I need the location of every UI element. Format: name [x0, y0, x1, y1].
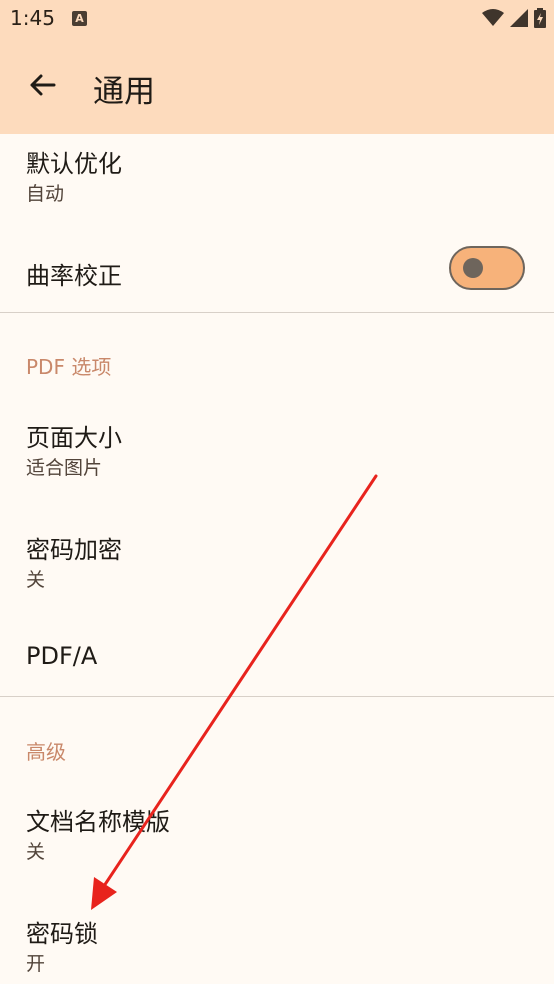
section-header-advanced: 高级 [26, 740, 66, 764]
setting-doc-name-template[interactable]: 文档名称模版 关 [0, 789, 554, 879]
status-time: 1:45 [10, 6, 55, 30]
setting-title: PDF/A [26, 642, 98, 670]
setting-summary: 适合图片 [26, 457, 103, 479]
setting-summary: 开 [26, 953, 46, 975]
page-title: 通用 [93, 74, 155, 110]
setting-title: 密码锁 [26, 920, 98, 948]
setting-title: 页面大小 [26, 424, 122, 452]
setting-summary: 关 [26, 841, 46, 863]
battery-charging-icon [534, 8, 546, 28]
setting-password-encrypt[interactable]: 密码加密 关 [0, 517, 554, 607]
setting-summary: 自动 [26, 183, 65, 205]
notification-icon: A [72, 11, 87, 26]
setting-summary: 关 [26, 569, 46, 591]
divider [0, 696, 554, 697]
signal-icon [510, 9, 528, 27]
setting-title: 文档名称模版 [26, 808, 170, 836]
app-bar: 通用 [0, 36, 554, 134]
setting-title: 密码加密 [26, 536, 122, 564]
curvature-correction-toggle[interactable] [449, 246, 525, 290]
setting-title: 默认优化 [26, 150, 122, 178]
setting-page-size[interactable]: 页面大小 适合图片 [0, 404, 554, 494]
toggle-knob [463, 258, 483, 278]
wifi-icon [482, 9, 504, 26]
settings-list: 默认优化 自动 曲率校正 PDF 选项 页面大小 适合图片 密码加密 关 PDF… [0, 134, 554, 984]
status-icons [482, 7, 546, 29]
section-header-pdf: PDF 选项 [26, 355, 112, 379]
divider [0, 312, 554, 313]
status-bar: 1:45 A [0, 0, 554, 36]
setting-password-lock[interactable]: 密码锁 开 [0, 901, 554, 984]
arrow-back-icon[interactable] [26, 69, 58, 101]
setting-title: 曲率校正 [26, 262, 122, 290]
setting-pdf-a[interactable]: PDF/A [0, 624, 554, 694]
setting-default-optimize[interactable]: 默认优化 自动 [0, 134, 554, 224]
